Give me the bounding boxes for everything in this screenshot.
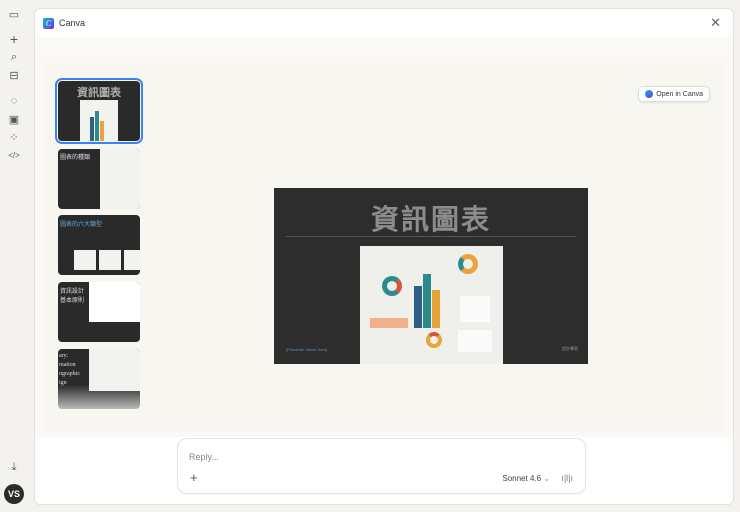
slide-thumbnail-1[interactable]: 資訊圖表 (55, 78, 143, 144)
donut-chart-icon (458, 254, 478, 274)
slide-preview: 資訊圖表 [Presenter Name Here] 設計專案 (274, 188, 588, 364)
add-attachment-button[interactable]: + (190, 470, 198, 485)
voice-icon[interactable]: ı|l|ı (561, 473, 573, 483)
slide-thumbnail-3[interactable]: 圖表的六大類型 (58, 215, 140, 275)
slide-thumbnail-4[interactable]: 資訊設計 基本原則 (58, 282, 140, 342)
new-chat-icon[interactable]: + (7, 31, 21, 47)
thumbnail-title: 資訊圖表 (77, 87, 121, 99)
canva-logo-icon (645, 90, 654, 98)
infographic-image (360, 246, 503, 364)
sidebar-toggle-icon[interactable]: ▭ (7, 7, 21, 21)
canva-logo-icon: C (43, 17, 54, 29)
thumbnail-image (124, 250, 140, 270)
slide-title: 資訊圖表 (370, 204, 491, 235)
chevron-down-icon: ⌄ (543, 474, 550, 483)
thumbnail-image (89, 282, 140, 322)
preview-area: Open in Canva 資訊圖表 圖表的種類 圖表的六大類型 資訊設計 基本… (35, 37, 733, 437)
thumbnail-image (74, 250, 96, 270)
chats-icon[interactable]: ◌ (7, 94, 21, 108)
presenter-name: [Presenter Name Here] (286, 347, 328, 352)
code-icon[interactable]: </> (7, 148, 21, 162)
search-icon[interactable]: ⌕ (7, 50, 21, 64)
open-in-canva-button[interactable]: Open in Canva (638, 86, 710, 102)
open-in-canva-label: Open in Canva (656, 90, 703, 98)
thumbnail-title: 圖表的種類 (60, 155, 91, 161)
avatar[interactable]: VS (4, 484, 24, 504)
thumbnail-title: 資訊設計 基本原則 (60, 289, 85, 304)
panel-title: Canva (59, 18, 86, 28)
toolbox-icon[interactable]: ⊟ (7, 68, 21, 82)
slide-thumbnail-2[interactable]: 圖表的種類 (58, 149, 140, 209)
donut-chart-icon (382, 276, 402, 296)
close-icon[interactable]: ✕ (710, 15, 721, 31)
projects-icon[interactable]: ▣ (7, 112, 21, 126)
model-label: Sonnet 4.6 (502, 474, 542, 483)
slide-thumbnail-5[interactable]: ary: mation ographic ign (58, 349, 140, 409)
thumbnail-title: 圖表的六大類型 (60, 222, 103, 228)
left-rail: ▭ + ⌕ ⊟ ◌ ▣ ⁘ </> ⤓ VS (0, 0, 28, 512)
thumbnail-image (99, 250, 121, 270)
artifacts-icon[interactable]: ⁘ (7, 130, 21, 144)
thumbnail-title: ary: mation ographic ign (59, 353, 80, 386)
model-selector[interactable]: Sonnet 4.6 ⌄ (502, 474, 550, 483)
download-icon[interactable]: ⤓ (7, 460, 21, 474)
slide-footer-right: 設計專案 (562, 346, 578, 351)
panel-header: C Canva ✕ (35, 9, 733, 37)
thumbnail-image (80, 100, 118, 141)
reply-box: Reply... + Sonnet 4.6 ⌄ ı|l|ı (177, 438, 586, 494)
artifact-panel: C Canva ✕ Open in Canva 資訊圖表 圖表的種類 圖表的六大… (34, 8, 734, 505)
slide-divider (286, 236, 576, 237)
reply-input[interactable]: Reply... (189, 452, 219, 462)
thumbnail-image (100, 149, 140, 209)
thumbnail-image (89, 349, 140, 391)
